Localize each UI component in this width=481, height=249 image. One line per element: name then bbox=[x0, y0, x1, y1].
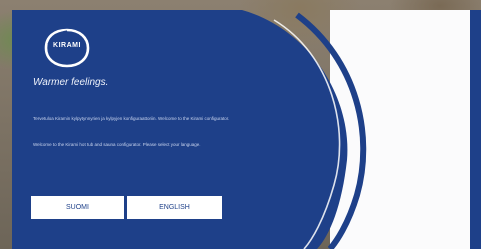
language-selection-screen: KIRAMI Warmer feelings. Tervetuloa Kiram… bbox=[0, 0, 481, 249]
kirami-logo: KIRAMI bbox=[42, 26, 92, 70]
intro-text-1: Tervetuloa Kiramin kylpytynnyrien ja kyl… bbox=[33, 116, 230, 121]
welcome-panel: KIRAMI Warmer feelings. Tervetuloa Kiram… bbox=[12, 10, 372, 249]
right-blue-strip bbox=[470, 10, 481, 249]
intro-text-2: Welcome to the Kirami hot tub and sauna … bbox=[33, 142, 201, 147]
tagline: Warmer feelings. bbox=[33, 77, 109, 88]
english-language-button[interactable]: ENGLISH bbox=[127, 196, 222, 219]
finnish-language-button[interactable]: SUOMI bbox=[31, 196, 124, 219]
logo-wordmark: KIRAMI bbox=[53, 42, 81, 49]
